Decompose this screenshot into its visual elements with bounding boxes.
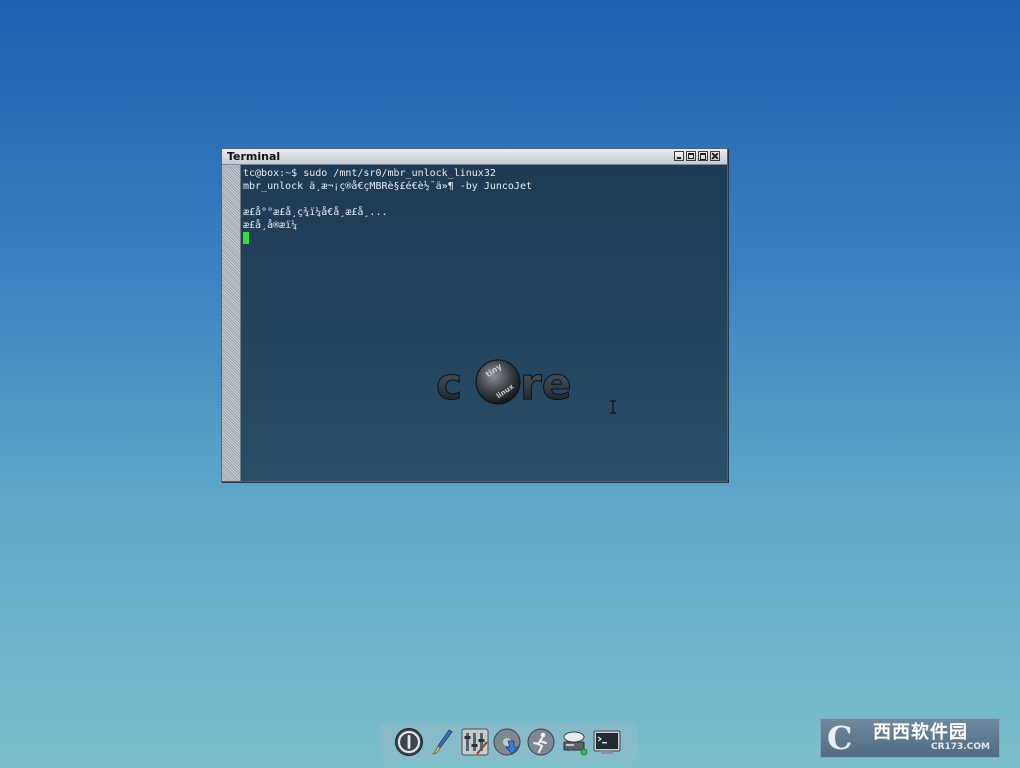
desktop: Terminal c tiny linux re tc@box:~$ sudo … (0, 0, 1020, 768)
mount-tool-icon[interactable] (560, 727, 590, 757)
terminal-scrollbar[interactable] (222, 165, 241, 481)
power-icon[interactable] (394, 727, 424, 757)
minimize-button[interactable] (674, 151, 684, 161)
apps-install-icon[interactable] (492, 727, 522, 757)
terminal-output[interactable]: tc@box:~$ sudo /mnt/sr0/mbr_unlock_linux… (243, 167, 532, 245)
watermark-name: 西西软件园 (873, 722, 968, 743)
terminal-body[interactable]: c tiny linux re tc@box:~$ sudo /mnt/sr0/… (241, 165, 727, 481)
terminal-window[interactable]: Terminal c tiny linux re tc@box:~$ sudo … (221, 148, 728, 482)
maximize-button[interactable] (698, 151, 708, 161)
terminal-cursor (243, 232, 249, 244)
watermark-mark: C (827, 719, 853, 757)
site-watermark: C 西西软件园 CR173.COM (820, 718, 1000, 758)
terminal-cursor-line (243, 232, 532, 245)
terminal-icon[interactable] (592, 727, 622, 757)
ibeam-cursor-icon (610, 400, 616, 414)
logo-letter-c: c (436, 359, 462, 410)
terminal-line: æ­£å°°æ£å¸ç¾ï¼å€å¸æ£å¸... (243, 207, 388, 218)
logo-letters-re: re (520, 359, 572, 410)
watermark-url: CR173.COM (931, 742, 990, 752)
run-icon[interactable] (526, 727, 556, 757)
terminal-line: mbr_unlock ä¸­æ¬¡ç®å€çMBRè§£é€è½¯ä»¶ -by… (243, 181, 532, 192)
terminal-title: Terminal (227, 150, 281, 163)
tiny-core-logo: c tiny linux re (436, 359, 572, 411)
close-button[interactable] (710, 151, 720, 161)
terminal-line: tc@box:~$ sudo /mnt/sr0/mbr_unlock_linux… (243, 168, 496, 179)
terminal-titlebar[interactable]: Terminal (222, 149, 727, 165)
control-panel-icon[interactable] (460, 727, 490, 757)
terminal-line: æ£å¸å®æï¼ (243, 220, 298, 231)
paintbrush-icon[interactable] (428, 727, 458, 757)
dock (380, 723, 638, 761)
restore-button[interactable] (686, 151, 696, 161)
